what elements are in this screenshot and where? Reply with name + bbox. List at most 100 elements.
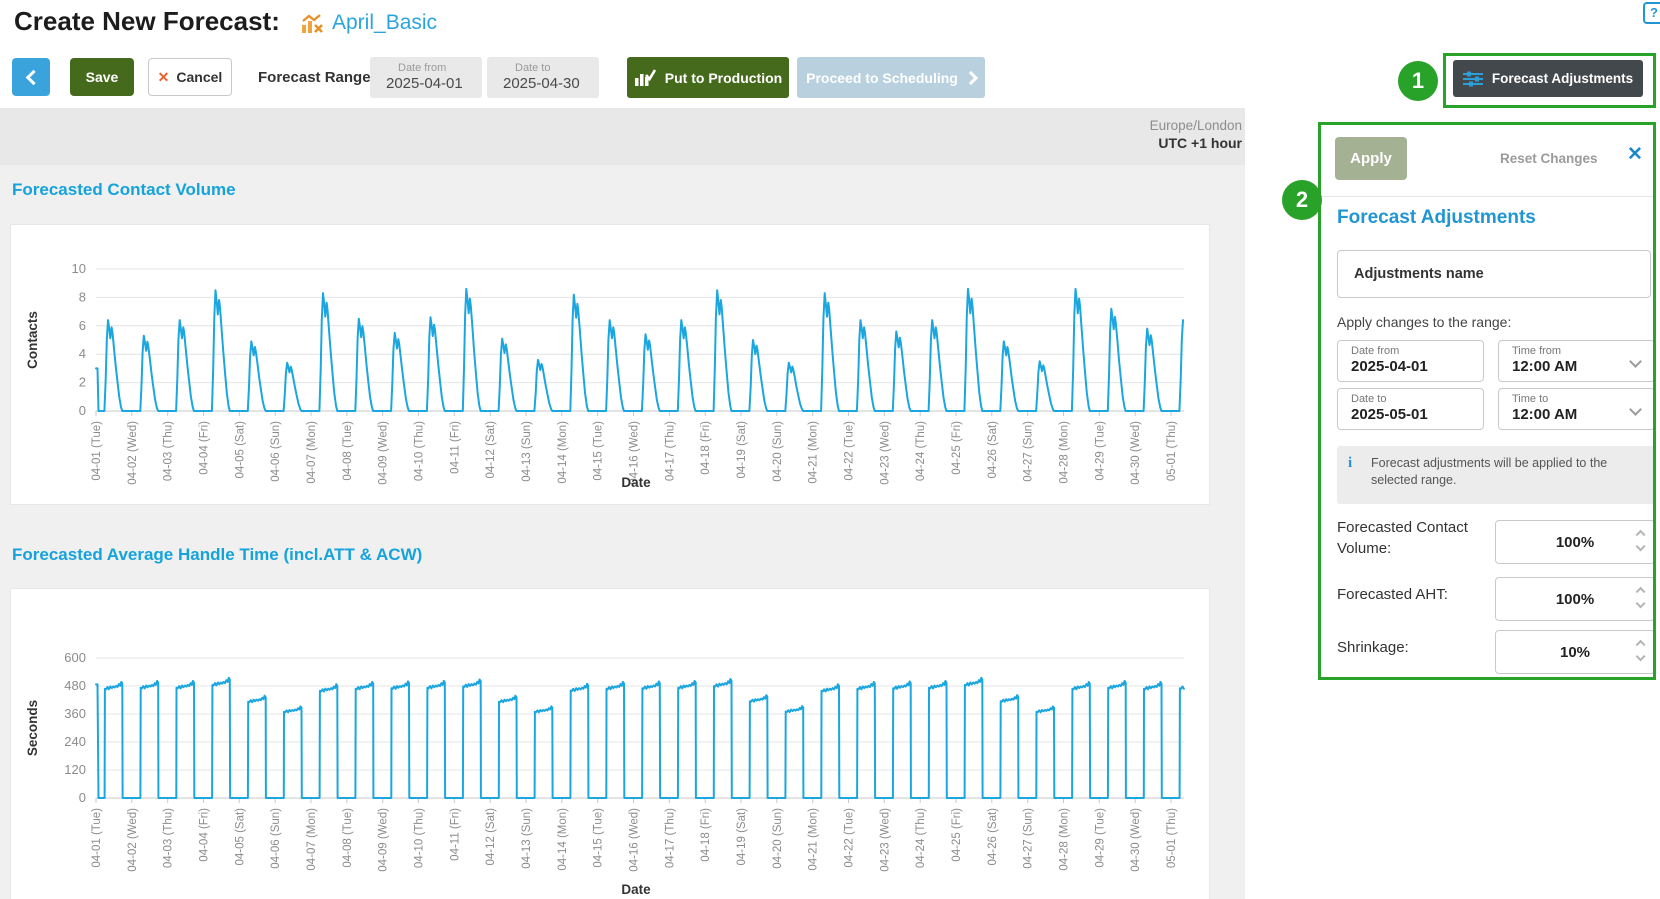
shrinkage-input[interactable]: 10% bbox=[1495, 630, 1655, 674]
svg-text:Seconds: Seconds bbox=[25, 700, 40, 756]
spinner-icon[interactable] bbox=[1637, 641, 1644, 660]
shrinkage-label: Shrinkage: bbox=[1337, 637, 1489, 658]
svg-text:04-23 (Wed): 04-23 (Wed) bbox=[879, 421, 891, 485]
svg-text:04-28 (Mon): 04-28 (Mon) bbox=[1059, 808, 1071, 871]
forecast-adjustments-button[interactable]: Forecast Adjustments bbox=[1453, 60, 1643, 97]
svg-text:04-23 (Wed): 04-23 (Wed) bbox=[879, 808, 891, 872]
svg-text:04-06 (Sun): 04-06 (Sun) bbox=[270, 808, 282, 869]
forecast-name-link[interactable]: April_Basic bbox=[332, 11, 437, 35]
svg-text:05-01 (Thu): 05-01 (Thu) bbox=[1166, 421, 1178, 481]
svg-text:04-18 (Fri): 04-18 (Fri) bbox=[700, 421, 712, 475]
forecasted-aht-input[interactable]: 100% bbox=[1495, 577, 1655, 621]
svg-text:04-20 (Sun): 04-20 (Sun) bbox=[772, 808, 784, 869]
svg-text:Date: Date bbox=[621, 882, 651, 897]
svg-text:04-02 (Wed): 04-02 (Wed) bbox=[127, 421, 139, 485]
svg-text:120: 120 bbox=[64, 762, 86, 777]
panel-time-to-field[interactable]: Time to 12:00 AM bbox=[1498, 388, 1655, 430]
forecast-range-label: Forecast Range: bbox=[258, 69, 376, 86]
svg-text:04-07 (Mon): 04-07 (Mon) bbox=[306, 421, 318, 484]
cancel-button[interactable]: ✕ Cancel bbox=[148, 58, 232, 96]
info-icon: i bbox=[1348, 455, 1352, 472]
page-title: Create New Forecast: bbox=[14, 6, 280, 37]
svg-text:6: 6 bbox=[79, 318, 86, 333]
panel-time-from-label: Time from bbox=[1512, 345, 1654, 357]
panel-date-from-field[interactable]: Date from 2025-04-01 bbox=[1337, 340, 1484, 382]
date-from-label: Date from bbox=[398, 62, 482, 74]
svg-text:04-11 (Fri): 04-11 (Fri) bbox=[449, 808, 461, 861]
svg-text:04-08 (Tue): 04-08 (Tue) bbox=[342, 808, 354, 868]
proceed-to-scheduling-button[interactable]: Proceed to Scheduling bbox=[797, 57, 985, 98]
svg-text:04-19 (Sat): 04-19 (Sat) bbox=[736, 808, 748, 866]
close-icon[interactable]: ✕ bbox=[1627, 143, 1643, 166]
svg-text:04-09 (Wed): 04-09 (Wed) bbox=[378, 808, 390, 872]
shrinkage-value: 10% bbox=[1560, 644, 1590, 661]
svg-text:04-24 (Thu): 04-24 (Thu) bbox=[915, 421, 927, 481]
help-icon[interactable]: ? bbox=[1643, 2, 1660, 24]
svg-text:10: 10 bbox=[72, 261, 86, 276]
svg-text:04-08 (Tue): 04-08 (Tue) bbox=[342, 421, 354, 481]
apply-button[interactable]: Apply bbox=[1335, 137, 1407, 180]
svg-text:04-03 (Thu): 04-03 (Thu) bbox=[163, 808, 175, 868]
save-button[interactable]: Save bbox=[70, 58, 134, 96]
spinner-icon[interactable] bbox=[1637, 588, 1644, 607]
forecasted-contact-volume-label: Forecasted Contact Volume: bbox=[1337, 517, 1489, 559]
svg-text:04-04 (Fri): 04-04 (Fri) bbox=[199, 808, 211, 862]
svg-text:360: 360 bbox=[64, 706, 86, 721]
panel-date-to-value: 2025-05-01 bbox=[1351, 406, 1483, 423]
svg-text:04-01 (Tue): 04-01 (Tue) bbox=[91, 421, 103, 481]
svg-text:04-19 (Sat): 04-19 (Sat) bbox=[736, 421, 748, 479]
svg-text:04-04 (Fri): 04-04 (Fri) bbox=[199, 421, 211, 475]
svg-text:04-22 (Tue): 04-22 (Tue) bbox=[844, 421, 856, 481]
info-message: i Forecast adjustments will be applied t… bbox=[1337, 446, 1655, 504]
svg-text:04-27 (Sun): 04-27 (Sun) bbox=[1023, 808, 1035, 869]
svg-text:04-12 (Sat): 04-12 (Sat) bbox=[485, 808, 497, 866]
date-from-value: 2025-04-01 bbox=[386, 75, 482, 92]
timezone-region: Europe/London bbox=[0, 118, 1242, 133]
svg-text:04-05 (Sat): 04-05 (Sat) bbox=[234, 808, 246, 866]
panel-date-to-field[interactable]: Date to 2025-05-01 bbox=[1337, 388, 1484, 430]
svg-text:04-20 (Sun): 04-20 (Sun) bbox=[772, 421, 784, 482]
svg-text:0: 0 bbox=[79, 790, 86, 805]
svg-text:04-24 (Thu): 04-24 (Thu) bbox=[915, 808, 927, 868]
svg-text:8: 8 bbox=[79, 289, 86, 304]
svg-text:Date: Date bbox=[621, 475, 651, 490]
contact-volume-chart: 024681004-01 (Tue)04-02 (Wed)04-03 (Thu)… bbox=[10, 224, 1210, 505]
svg-text:04-15 (Tue): 04-15 (Tue) bbox=[593, 808, 605, 868]
svg-text:04-29 (Tue): 04-29 (Tue) bbox=[1094, 421, 1106, 481]
sliders-icon bbox=[1463, 71, 1483, 87]
svg-text:04-01 (Tue): 04-01 (Tue) bbox=[91, 808, 103, 868]
svg-text:4: 4 bbox=[79, 346, 86, 361]
back-button[interactable] bbox=[12, 58, 50, 96]
annotation-badge-2: 2 bbox=[1282, 180, 1322, 220]
svg-text:04-02 (Wed): 04-02 (Wed) bbox=[127, 808, 139, 872]
panel-time-to-label: Time to bbox=[1512, 393, 1654, 405]
panel-date-from-label: Date from bbox=[1351, 345, 1483, 357]
svg-text:04-14 (Mon): 04-14 (Mon) bbox=[557, 421, 569, 484]
chevron-left-icon bbox=[25, 69, 41, 85]
svg-text:04-27 (Sun): 04-27 (Sun) bbox=[1023, 421, 1035, 482]
cancel-x-icon: ✕ bbox=[158, 69, 170, 86]
forecast-adjustments-label: Forecast Adjustments bbox=[1492, 71, 1633, 86]
svg-text:04-03 (Thu): 04-03 (Thu) bbox=[163, 421, 175, 481]
cancel-label: Cancel bbox=[176, 69, 222, 85]
adjustments-name-input[interactable]: Adjustments name bbox=[1337, 250, 1651, 298]
info-text: Forecast adjustments will be applied to … bbox=[1371, 456, 1607, 487]
chevron-right-icon bbox=[964, 70, 978, 84]
panel-time-from-field[interactable]: Time from 12:00 AM bbox=[1498, 340, 1655, 382]
panel-divider bbox=[1321, 196, 1653, 197]
put-to-production-button[interactable]: Put to Production bbox=[627, 57, 789, 98]
svg-text:04-10 (Thu): 04-10 (Thu) bbox=[414, 421, 426, 481]
svg-text:04-26 (Sat): 04-26 (Sat) bbox=[987, 421, 999, 479]
svg-text:04-07 (Mon): 04-07 (Mon) bbox=[306, 808, 318, 871]
spinner-icon[interactable] bbox=[1637, 531, 1644, 550]
svg-text:04-11 (Fri): 04-11 (Fri) bbox=[449, 421, 461, 474]
svg-text:04-09 (Wed): 04-09 (Wed) bbox=[378, 421, 390, 485]
panel-heading: Forecast Adjustments bbox=[1337, 207, 1536, 229]
timezone-offset: UTC +1 hour bbox=[0, 135, 1242, 151]
reset-changes-link[interactable]: Reset Changes bbox=[1500, 151, 1598, 166]
forecasted-contact-volume-input[interactable]: 100% bbox=[1495, 520, 1655, 564]
panel-date-from-value: 2025-04-01 bbox=[1351, 358, 1483, 375]
svg-text:04-13 (Sun): 04-13 (Sun) bbox=[521, 808, 533, 869]
forecasted-aht-value: 100% bbox=[1556, 591, 1594, 608]
svg-text:04-13 (Sun): 04-13 (Sun) bbox=[521, 421, 533, 482]
